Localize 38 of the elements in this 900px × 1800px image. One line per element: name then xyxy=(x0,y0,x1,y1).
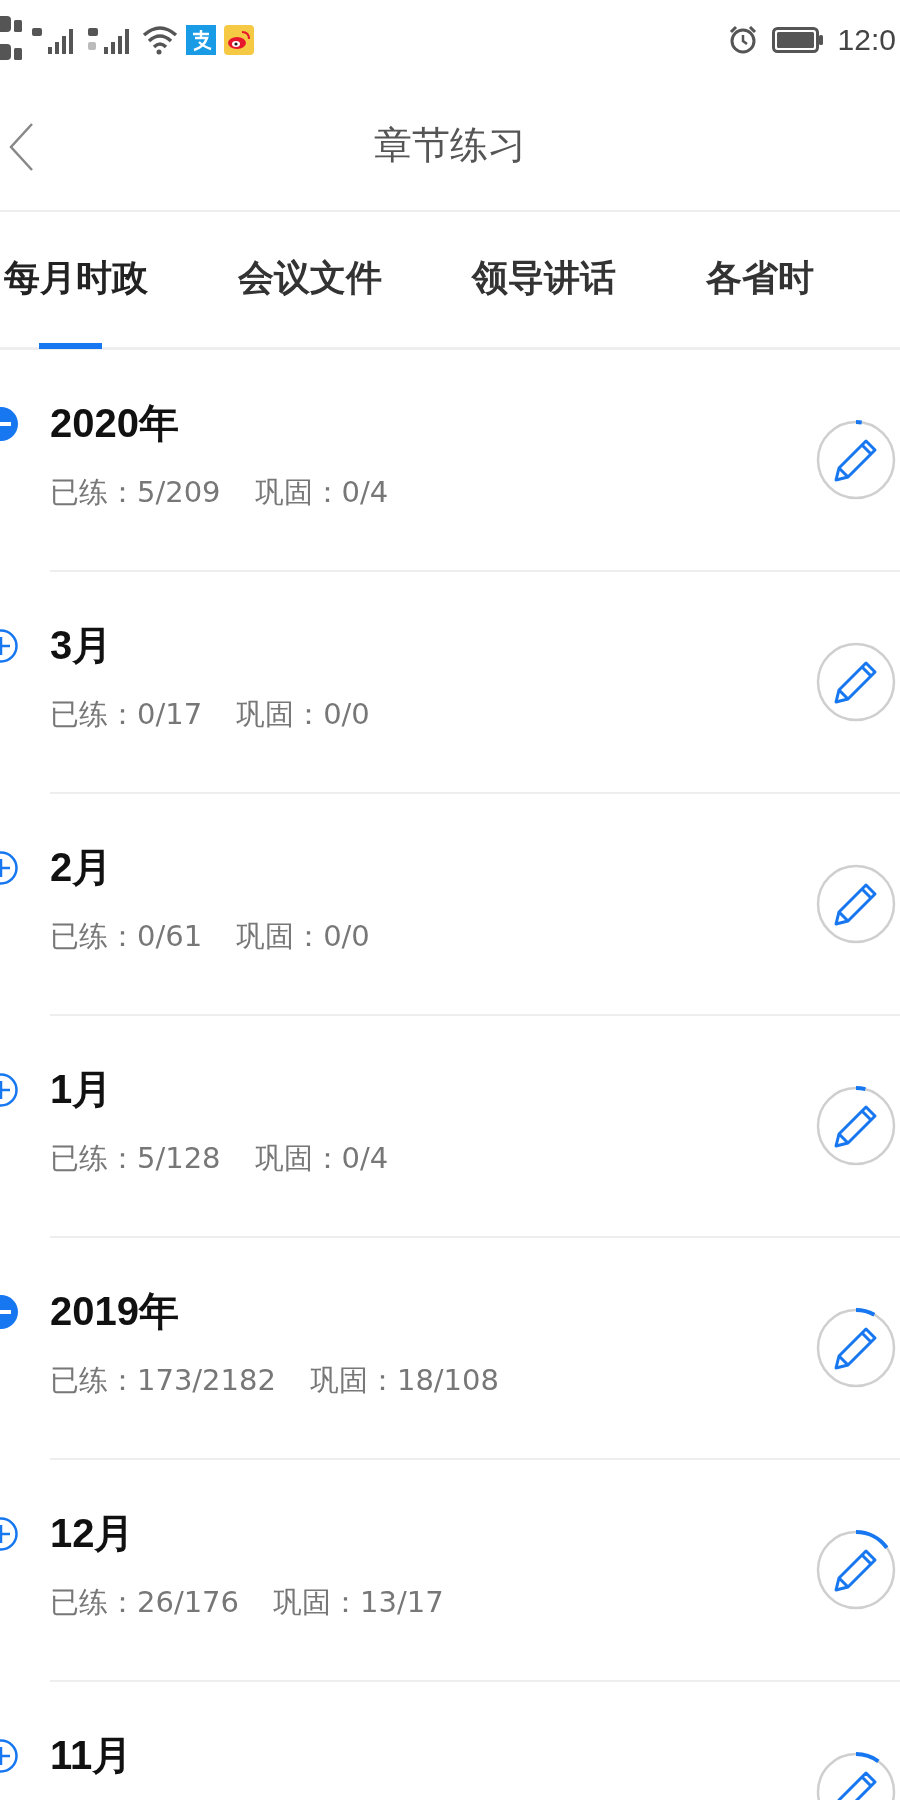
review-count: 巩固：0/4 xyxy=(254,1140,389,1177)
status-time: 12:0 xyxy=(837,23,896,57)
page-title: 章节练习 xyxy=(374,121,526,169)
section-title: 11月 xyxy=(50,1732,133,1779)
practiced-count: 已练：0/17 xyxy=(50,696,203,733)
alarm-icon xyxy=(727,25,758,55)
section-title: 2020年 xyxy=(50,400,179,447)
tab[interactable]: 每月时政 xyxy=(4,210,148,349)
practiced-count: 已练：0/61 xyxy=(50,918,203,955)
social-app-icon xyxy=(224,25,254,55)
section-title: 2月 xyxy=(50,844,113,891)
payment-app-icon xyxy=(186,25,216,55)
battery-icon xyxy=(771,27,824,53)
review-count: 巩固：0/4 xyxy=(254,474,389,511)
tab[interactable]: 各省时 xyxy=(706,210,814,349)
pencil-icon xyxy=(834,1327,877,1370)
practiced-count: 已练：26/176 xyxy=(50,1584,240,1621)
wifi-icon xyxy=(142,25,178,55)
practiced-count: 已练：173/2182 xyxy=(50,1362,276,1399)
pencil-icon xyxy=(834,883,877,926)
review-count: 巩固：0/0 xyxy=(236,918,370,955)
tab[interactable]: 领导讲话 xyxy=(472,210,616,349)
review-count: 巩固：18/108 xyxy=(309,1362,499,1399)
practiced-count: 已练：5/209 xyxy=(50,474,221,511)
pencil-icon xyxy=(834,661,877,704)
section-title: 3月 xyxy=(50,622,113,669)
section-title: 12月 xyxy=(50,1510,135,1557)
section-title: 1月 xyxy=(50,1066,113,1113)
pencil-icon xyxy=(834,439,877,482)
tab[interactable]: 会议文件 xyxy=(238,210,382,349)
practice-button[interactable] xyxy=(814,862,898,946)
review-count: 巩固：0/0 xyxy=(236,696,370,733)
practice-button[interactable] xyxy=(814,640,898,724)
pencil-icon xyxy=(834,1105,877,1148)
review-count: 巩固：13/17 xyxy=(273,1584,444,1621)
pencil-icon xyxy=(834,1549,877,1592)
section-title: 2019年 xyxy=(50,1288,179,1335)
practiced-count: 已练：5/128 xyxy=(50,1140,221,1177)
